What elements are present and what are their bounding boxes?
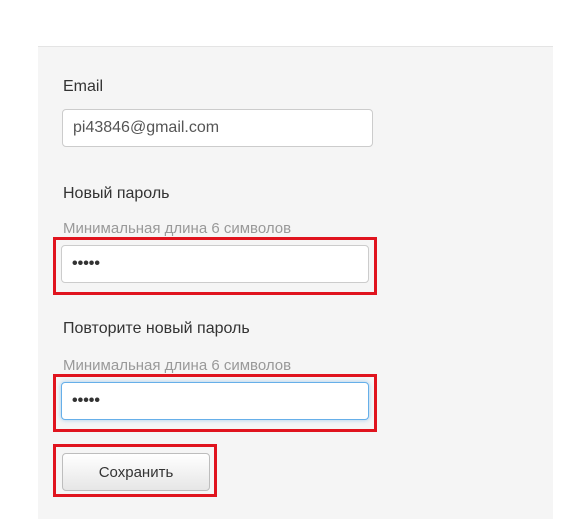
repeat-password-field[interactable]: ••••• — [61, 382, 369, 420]
new-password-hint: Минимальная длина 6 символов — [63, 220, 292, 237]
new-password-label: Новый пароль — [63, 185, 170, 202]
email-label: Email — [63, 78, 104, 95]
repeat-password-masked-value: ••••• — [72, 392, 101, 409]
save-button[interactable]: Сохранить — [62, 453, 210, 491]
repeat-password-hint: Минимальная длина 6 символов — [63, 357, 292, 374]
email-field[interactable]: pi43846@gmail.com — [62, 109, 373, 147]
new-password-field[interactable]: ••••• — [61, 245, 369, 283]
save-button-label: Сохранить — [98, 463, 174, 481]
new-password-masked-value: ••••• — [72, 255, 101, 272]
repeat-password-label: Повторите новый пароль — [63, 320, 250, 337]
email-value: pi43846@gmail.com — [73, 119, 220, 136]
